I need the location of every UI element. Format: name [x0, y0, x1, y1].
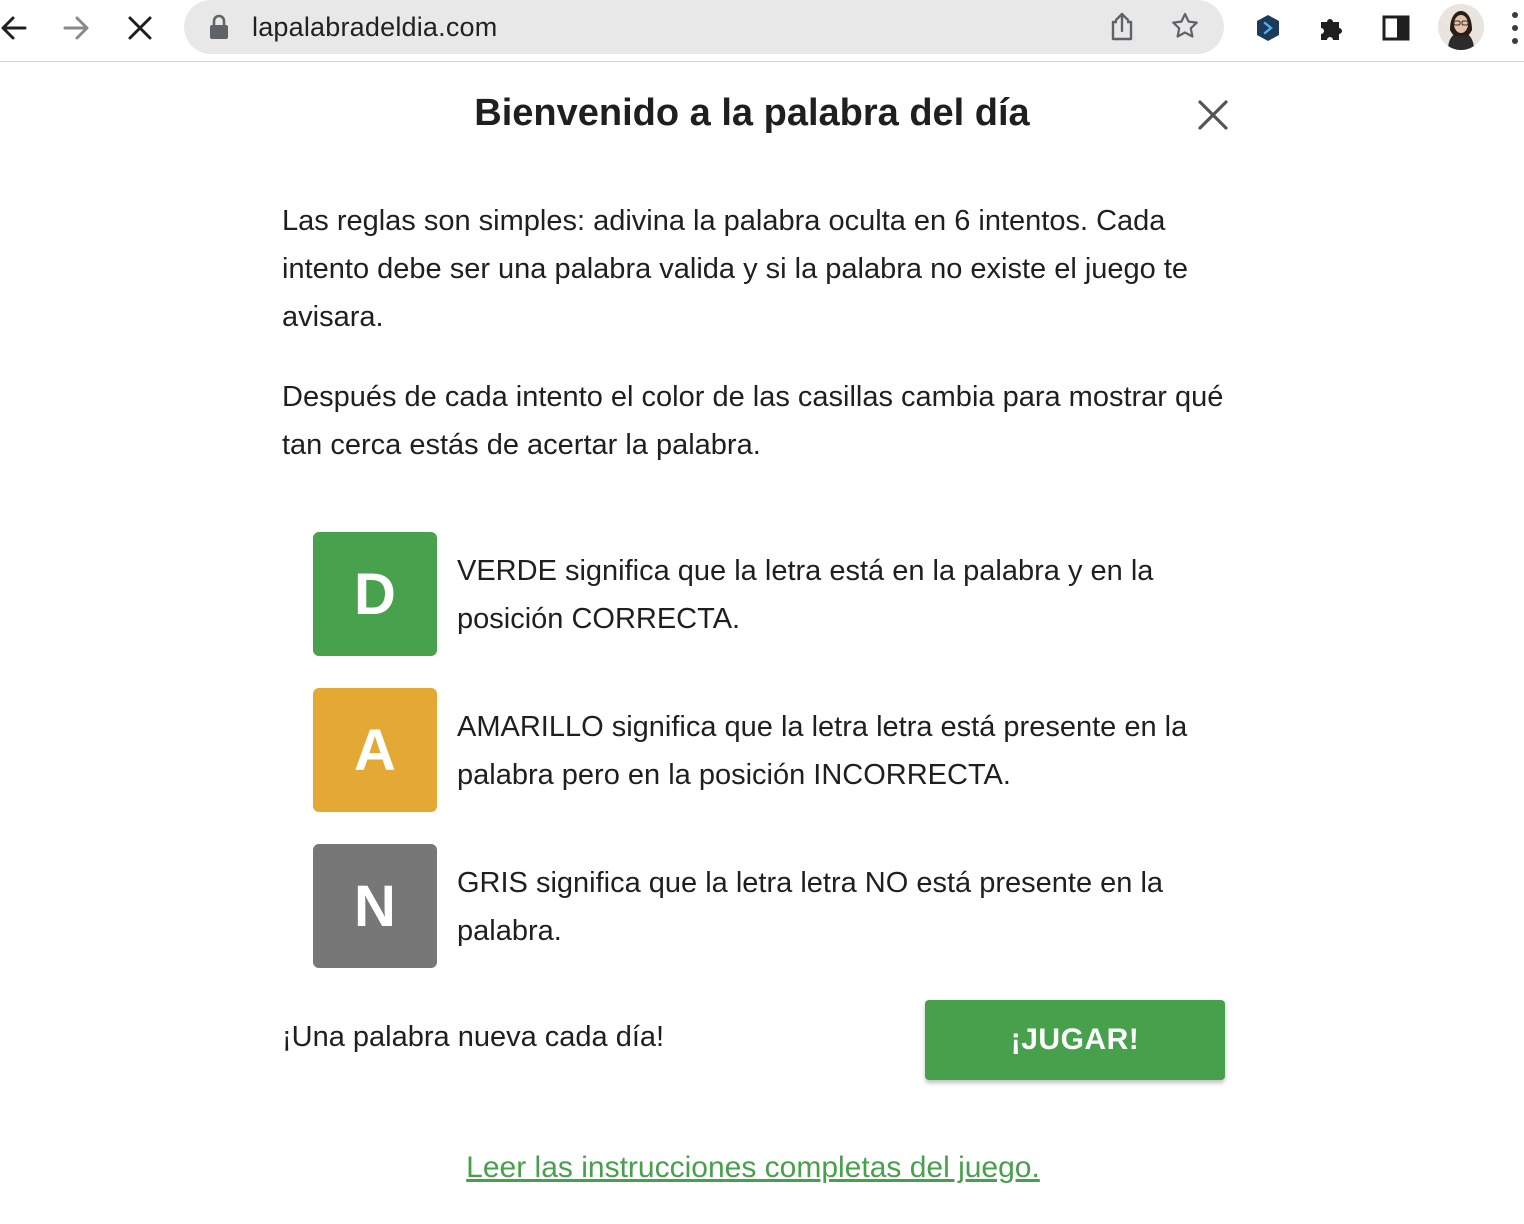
- stop-loading-icon[interactable]: [120, 8, 160, 48]
- avatar[interactable]: [1438, 4, 1484, 50]
- hexagon-extension-icon[interactable]: [1248, 8, 1288, 48]
- kebab-menu-icon[interactable]: [1506, 8, 1524, 48]
- lock-icon[interactable]: [208, 14, 230, 45]
- back-arrow-icon[interactable]: [0, 8, 34, 48]
- daily-word-text: ¡Una palabra nueva cada día!: [282, 1021, 665, 1053]
- example-absent: N GRIS significa que la letra letra NO e…: [313, 844, 1223, 968]
- example-correct: D VERDE significa que la letra está en l…: [313, 532, 1223, 656]
- rules-paragraph: Las reglas son simples: adivina la palab…: [282, 205, 1189, 333]
- share-icon[interactable]: [1108, 11, 1136, 46]
- url-text[interactable]: lapalabradeldia.com: [252, 12, 497, 43]
- play-button[interactable]: ¡JUGAR!: [925, 1000, 1225, 1080]
- example-description: VERDE significa que la letra está en la …: [457, 555, 1154, 635]
- close-icon[interactable]: [1194, 96, 1232, 134]
- example-present: A AMARILLO significa que la letra letra …: [313, 688, 1223, 812]
- letter-tile-correct: D: [313, 532, 437, 656]
- forward-arrow-icon[interactable]: [56, 8, 96, 48]
- colors-paragraph: Después de cada intento el color de las …: [282, 381, 1224, 461]
- side-panel-icon[interactable]: [1376, 8, 1416, 48]
- modal-title: Bienvenido a la palabra del día: [474, 92, 1030, 134]
- letter-tile-present: A: [313, 688, 437, 812]
- full-instructions-link[interactable]: Leer las instrucciones completas del jue…: [0, 1151, 1506, 1185]
- letter-tile-absent: N: [313, 844, 437, 968]
- example-description: AMARILLO significa que la letra letra es…: [457, 711, 1188, 791]
- star-icon[interactable]: [1170, 11, 1200, 46]
- example-description: GRIS significa que la letra letra NO est…: [457, 867, 1164, 947]
- browser-toolbar: lapalabradeldia.com: [0, 0, 1524, 62]
- puzzle-icon[interactable]: [1312, 8, 1352, 48]
- address-bar[interactable]: lapalabradeldia.com: [184, 0, 1224, 54]
